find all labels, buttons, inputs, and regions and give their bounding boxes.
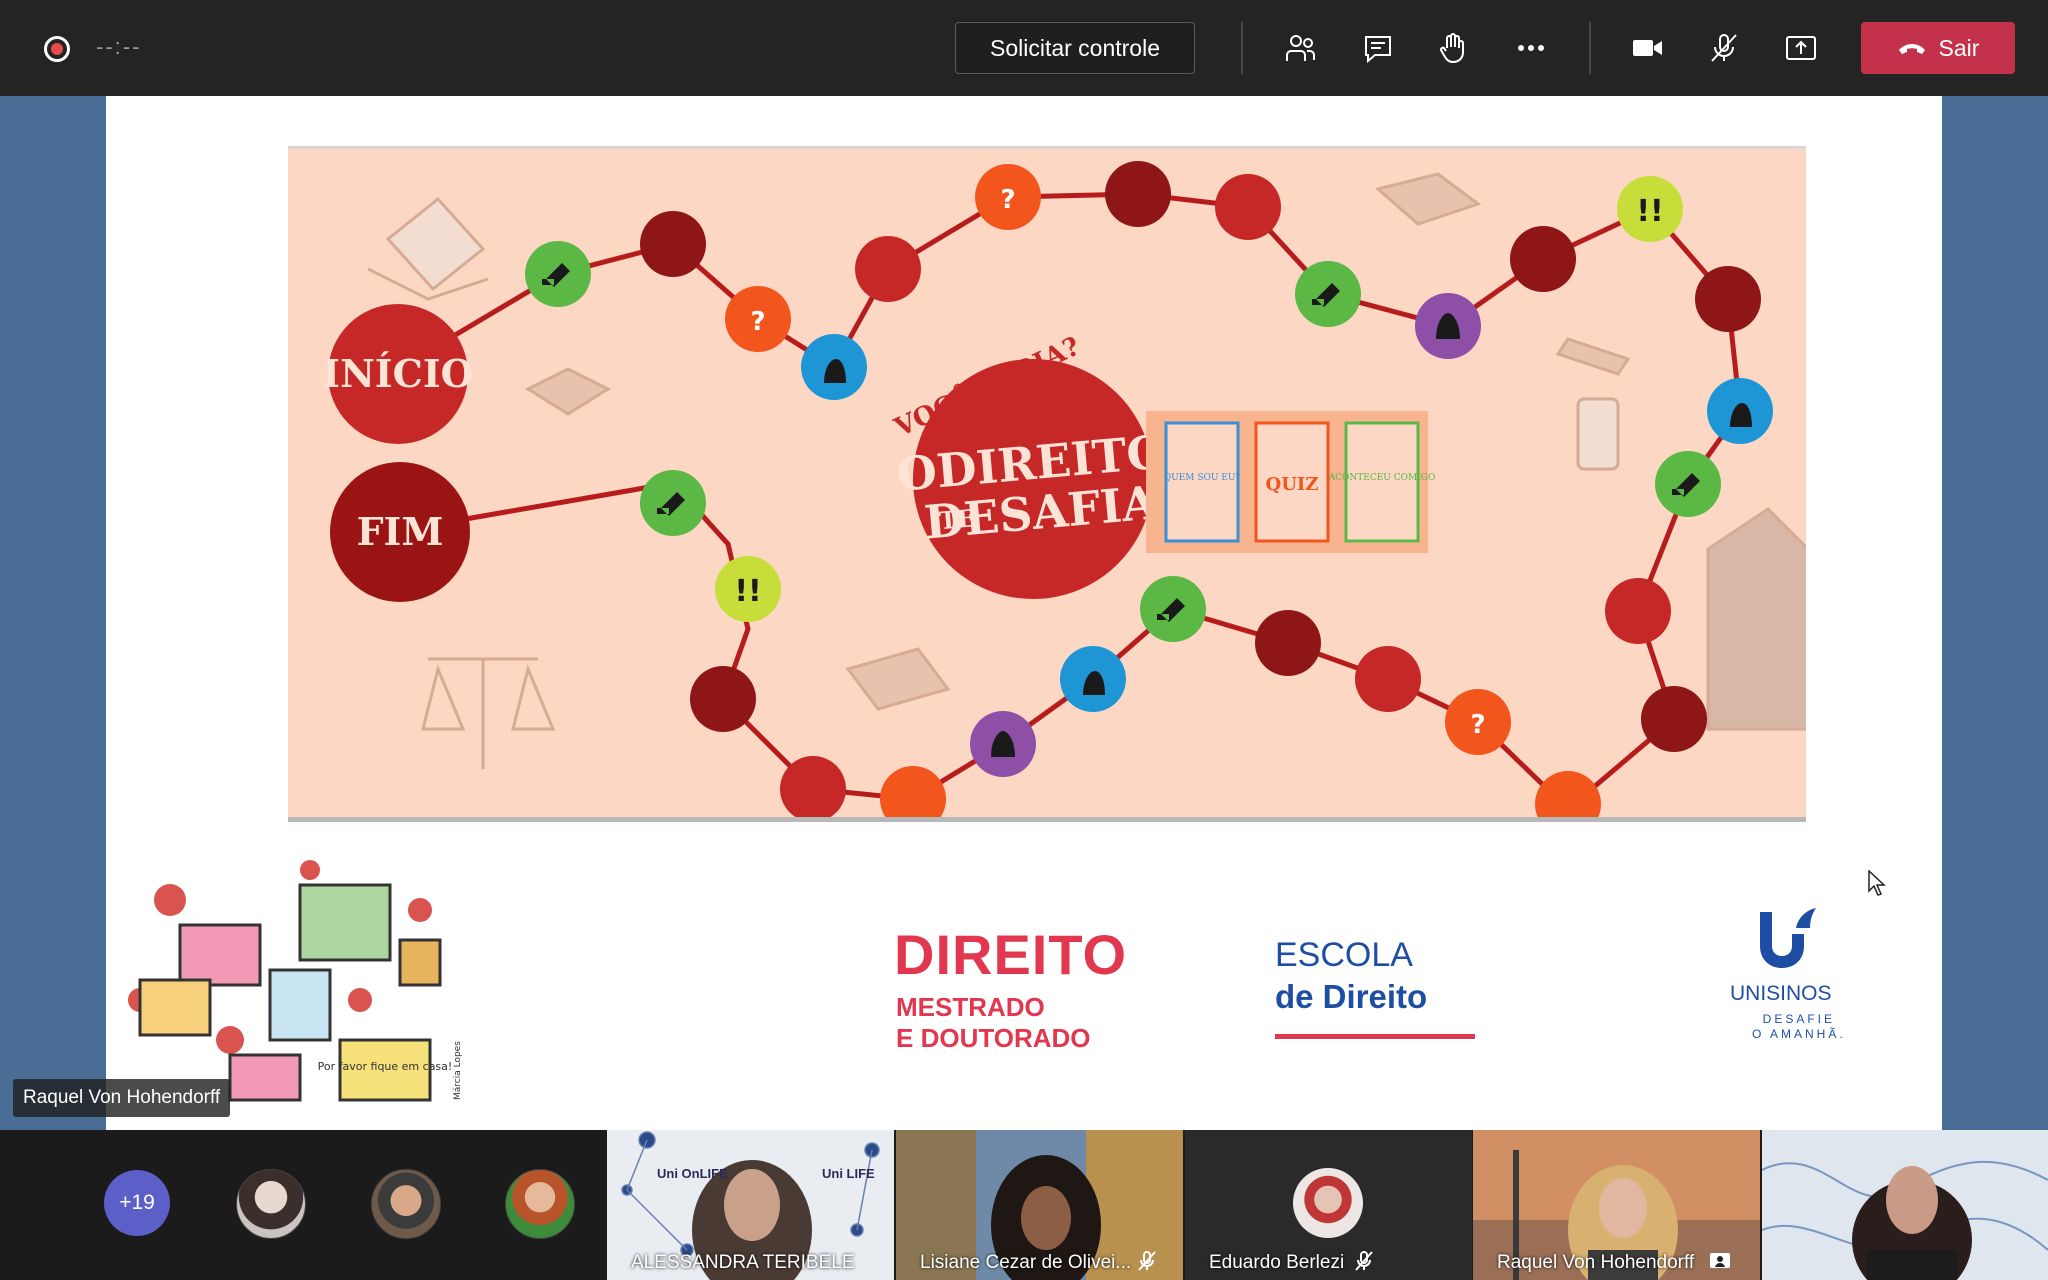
video-tile[interactable]: Raquel Von Hohendorff: [1473, 1130, 1760, 1280]
start-label: INÍCIO: [322, 351, 473, 396]
participant-name: Lisiane Cezar de Olivei...: [920, 1252, 1132, 1273]
university-tagline: DESAFIE O AMANHÃ.: [1752, 1012, 1846, 1042]
record-icon[interactable]: [44, 36, 70, 62]
space-plain: [690, 666, 756, 732]
space-plain: [1105, 161, 1171, 227]
participant-strip: +19 Uni OnLIFE Uni LIFE ALESSANDRA TERIB…: [0, 1130, 2048, 1280]
mic-muted-icon: [1138, 1251, 1156, 1271]
presenter-name-label: Raquel Von Hohendorff: [13, 1079, 231, 1117]
avatar[interactable]: [505, 1169, 575, 1239]
camera-icon[interactable]: [1625, 26, 1669, 70]
alert-icon: !!: [734, 574, 761, 609]
leave-button[interactable]: Sair: [1861, 22, 2015, 74]
avatar[interactable]: [371, 1169, 441, 1239]
raise-hand-icon[interactable]: [1431, 26, 1475, 70]
tile-overlay-text-2: Uni LIFE: [822, 1166, 875, 1181]
space-plain: [1695, 266, 1761, 332]
participant-name: Eduardo Berlezi: [1209, 1252, 1345, 1273]
space-plain: [1215, 174, 1281, 240]
card-who-am-i-label: QUEM SOU EU?: [1164, 473, 1241, 483]
space-plain: [640, 211, 706, 277]
leave-label: Sair: [1938, 34, 1980, 61]
card-quiz-label: QUIZ: [1266, 474, 1319, 495]
avatar: [1293, 1168, 1363, 1238]
tile-overlay-text-1: Uni OnLIFE: [657, 1166, 728, 1181]
university-tagline-1: DESAFIE: [1762, 1012, 1836, 1026]
space-plain: [780, 756, 846, 817]
program-subtitle-2: E DOUTORADO: [896, 1023, 1091, 1053]
mic-muted-icon[interactable]: [1702, 26, 1746, 70]
video-tile[interactable]: Lisiane Cezar de Olivei...: [896, 1130, 1183, 1280]
question-icon: ?: [1000, 185, 1015, 215]
toolbar-divider: [1589, 22, 1591, 74]
illustration-note: Por favor fique em casa!: [318, 1060, 453, 1073]
illustration-signature: Márcia Lopes: [453, 1041, 463, 1100]
avatar[interactable]: [236, 1169, 306, 1239]
request-control-button[interactable]: Solicitar controle: [955, 22, 1195, 74]
video-tile[interactable]: Uni OnLIFE Uni LIFE ALESSANDRA TERIBELE: [607, 1130, 894, 1280]
video-tile[interactable]: Eduardo Berlezi: [1185, 1130, 1472, 1280]
space-plain: [1605, 578, 1671, 644]
participants-icon[interactable]: [1278, 26, 1322, 70]
mic-muted-icon: [1355, 1251, 1373, 1271]
share-screen-icon[interactable]: [1779, 26, 1823, 70]
question-icon: ?: [1470, 710, 1485, 740]
toolbar-divider: [1241, 22, 1243, 74]
school-underline: [1275, 1034, 1475, 1039]
presenter-icon: [1710, 1253, 1730, 1268]
game-board: INÍCIO FIM !! !! ? ? ? VOCÊ SABIA? ODIRE…: [288, 146, 1806, 822]
space-plain: [855, 236, 921, 302]
school-line-1: ESCOLA: [1275, 936, 1413, 974]
mouse-cursor-icon: [1868, 869, 1886, 901]
alert-icon: !!: [1636, 194, 1663, 229]
program-title: DIREITO: [894, 923, 1128, 986]
school-line-2: de Direito: [1275, 978, 1428, 1015]
meeting-toolbar: --:-- Solicitar controle Sair: [0, 0, 2048, 96]
more-options-icon[interactable]: [1509, 26, 1553, 70]
space-plain: [1510, 226, 1576, 292]
university-tagline-2: O AMANHÃ.: [1752, 1027, 1846, 1041]
end-label: FIM: [357, 509, 444, 554]
space-question: [880, 766, 946, 817]
phone-icon: [1898, 44, 1925, 54]
space-question: [1535, 771, 1601, 817]
program-subtitle-1: MESTRADO: [896, 992, 1045, 1022]
university-name: UNISINOS: [1730, 982, 1832, 1005]
space-plain: [1355, 646, 1421, 712]
meeting-timer: --:--: [96, 34, 142, 59]
unisinos-logo-icon: [1752, 904, 1822, 979]
video-tile[interactable]: [1762, 1130, 2048, 1280]
card-happened-to-me-label: ACONTECEU COMIGO: [1328, 473, 1436, 483]
space-plain: [1641, 686, 1707, 752]
chat-icon[interactable]: [1356, 26, 1400, 70]
space-plain: [1255, 610, 1321, 676]
participant-name: Raquel Von Hohendorff: [1497, 1252, 1695, 1273]
participant-name: ALESSANDRA TERIBELE: [631, 1252, 855, 1273]
question-icon: ?: [750, 307, 765, 337]
quarantine-illustration: Por favor fique em casa! Márcia Lopes: [110, 850, 500, 1115]
more-participants-button[interactable]: +19: [104, 1170, 170, 1236]
